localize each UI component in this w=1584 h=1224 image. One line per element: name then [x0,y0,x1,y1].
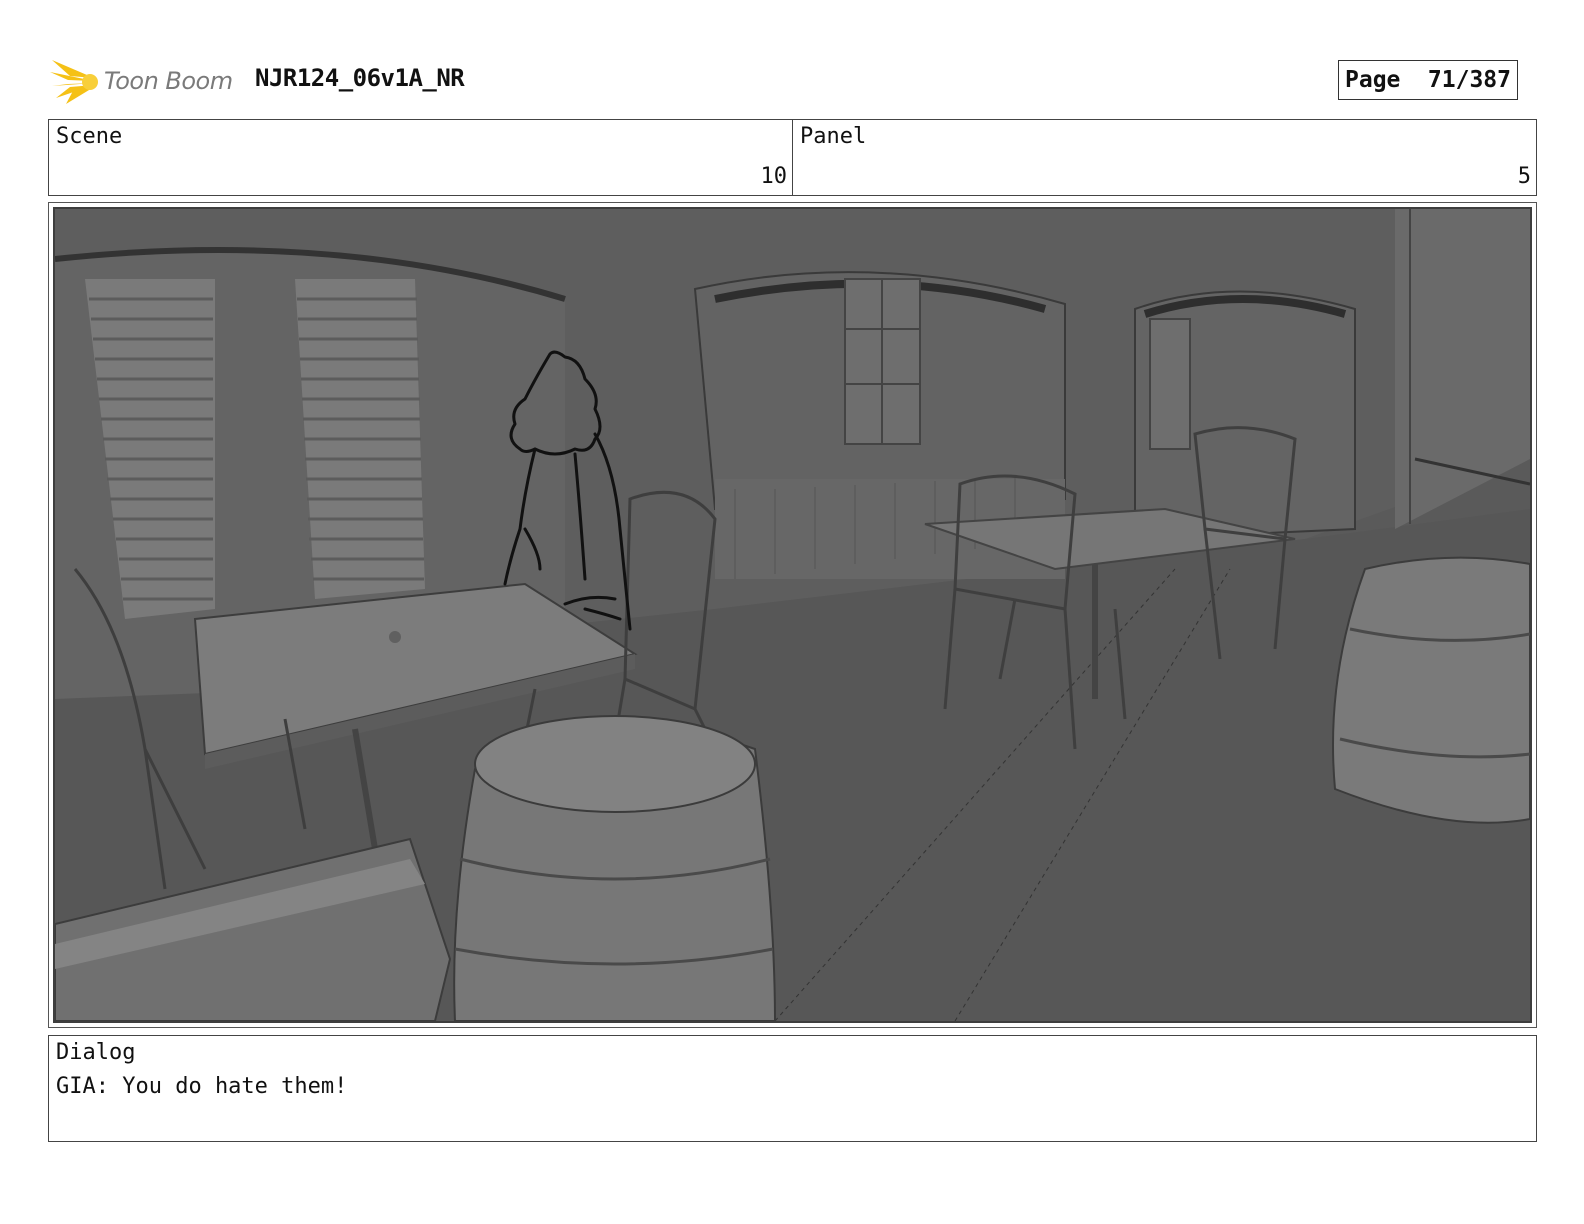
storyboard-panel-frame [48,202,1537,1028]
storyboard-panel-image [53,207,1532,1023]
page-label: Page [1345,67,1401,93]
page-header: Toon Boom NJR124_06v1A_NR Page 71/387 [50,56,1538,106]
starburst-icon [50,60,98,104]
center-shutter [295,279,425,599]
logo-text: Toon Boom [104,67,233,95]
dialog-label: Dialog [56,1040,136,1065]
front-barrel [453,715,777,1021]
panel-value: 5 [1517,164,1531,189]
panel-cell: Panel 5 [792,120,1536,195]
scene-cell: Scene 10 [49,120,792,195]
cafe-scene-illustration [55,209,1530,1021]
toon-boom-logo: Toon Boom [50,56,240,106]
page-counter: Page 71/387 [1338,60,1518,100]
scene-panel-info: Scene 10 Panel 5 [48,119,1537,196]
panel-label: Panel [800,124,867,149]
scene-value: 10 [760,164,788,189]
dialog-text: GIA: You do hate them! [56,1074,348,1099]
page-number: 71/387 [1427,67,1511,93]
right-barrel [1332,556,1530,824]
scene-label: Scene [56,124,123,149]
document-title: NJR124_06v1A_NR [255,64,465,92]
dialog-box: Dialog GIA: You do hate them! [48,1035,1537,1142]
